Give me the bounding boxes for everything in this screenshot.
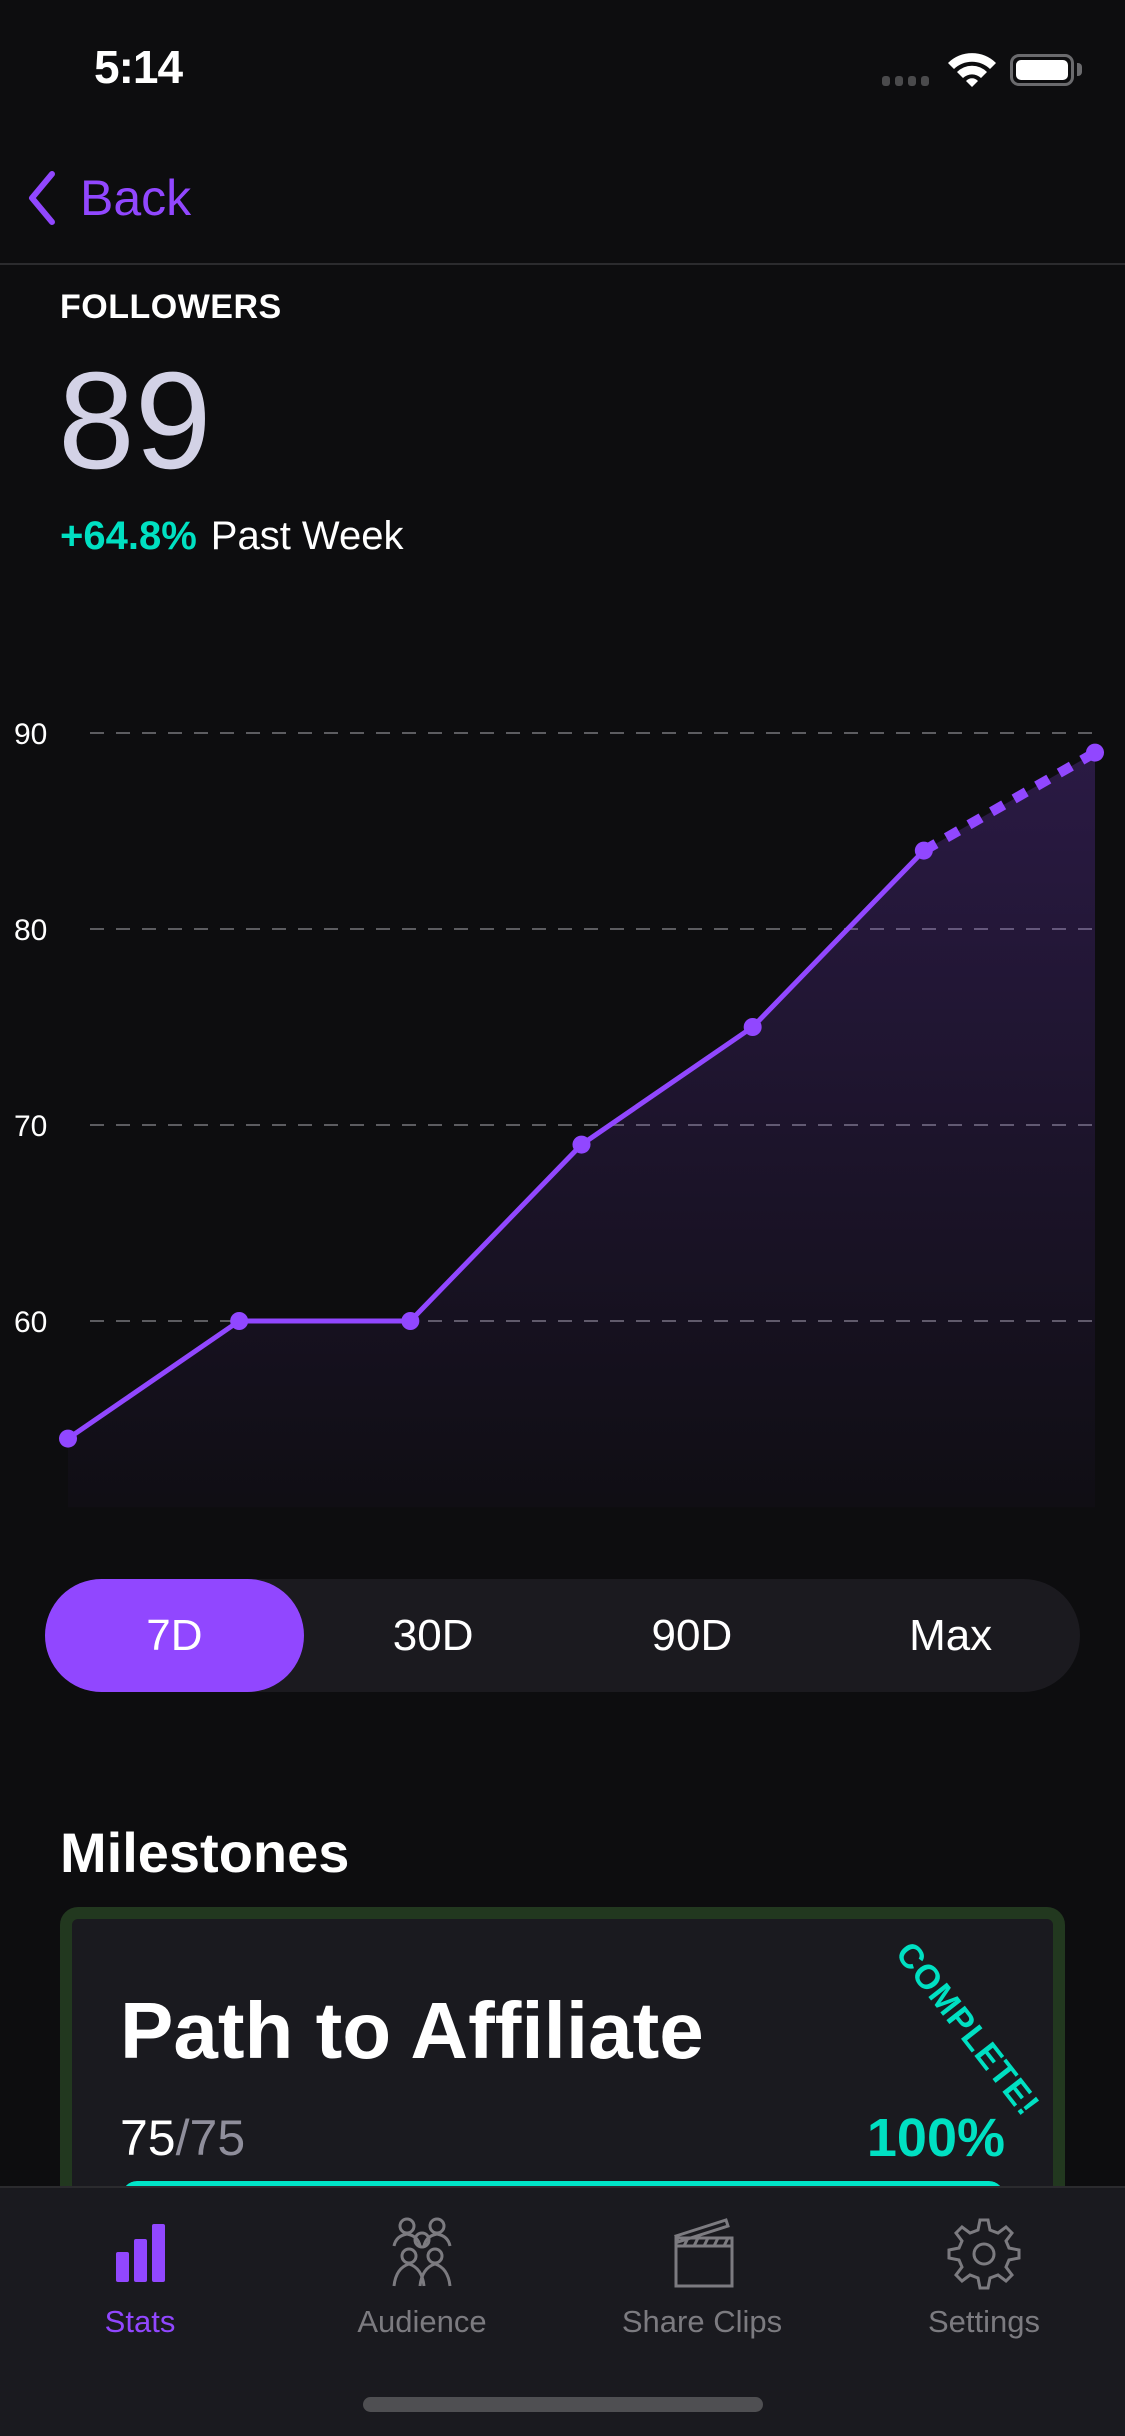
milestone-percent: 100%	[866, 2108, 1005, 2168]
metric-change: +64.8% Past Week	[60, 514, 403, 559]
milestone-separator: /	[175, 2110, 190, 2166]
range-max[interactable]: Max	[821, 1579, 1080, 1692]
y-tick-label: 70	[14, 1110, 47, 1143]
milestone-count: 75/75	[120, 2109, 245, 2167]
back-label: Back	[80, 170, 192, 226]
clapperboard-icon	[674, 2218, 734, 2288]
followers-line-chart: 60 70 80 90	[14, 718, 1104, 1508]
gear-icon	[947, 2218, 1021, 2290]
status-bar: 5:14	[0, 0, 1125, 140]
tab-label: Stats	[104, 2304, 176, 2339]
cellular-signal-icon	[882, 76, 929, 86]
milestone-current: 75	[120, 2110, 176, 2166]
chart-area-fill	[68, 752, 1095, 1508]
navigation-bar: Back	[0, 140, 1125, 265]
time-range-selector: 7D 30D 90D Max	[45, 1579, 1080, 1692]
y-tick-label: 60	[14, 1306, 47, 1339]
battery-icon	[1010, 54, 1074, 86]
range-30d[interactable]: 30D	[304, 1579, 563, 1692]
battery-tip	[1077, 63, 1082, 76]
milestone-title: Path to Affiliate	[120, 1986, 704, 2075]
tab-settings[interactable]: Settings	[884, 2212, 1084, 2340]
people-group-icon	[392, 2217, 452, 2287]
data-point	[59, 1429, 77, 1448]
data-point	[1086, 743, 1104, 762]
tab-label: Share Clips	[621, 2304, 783, 2339]
range-7d[interactable]: 7D	[45, 1579, 304, 1692]
tab-audience[interactable]: Audience	[322, 2212, 522, 2340]
range-90d[interactable]: 90D	[563, 1579, 822, 1692]
data-point	[230, 1312, 249, 1330]
y-tick-label: 80	[14, 914, 47, 947]
metric-label: FOLLOWERS	[60, 288, 282, 326]
bar-chart-icon	[116, 2224, 165, 2282]
wifi-icon	[948, 53, 996, 87]
milestones-heading: Milestones	[60, 1821, 350, 1884]
data-point	[914, 841, 933, 860]
change-period: Past Week	[210, 514, 404, 558]
back-button[interactable]: Back	[22, 168, 191, 228]
followers-chart[interactable]: 60 70 80 90	[0, 690, 1125, 1510]
tab-stats[interactable]: Stats	[40, 2212, 240, 2340]
chevron-left-icon	[29, 171, 55, 225]
change-percent: +64.8%	[60, 514, 197, 558]
y-tick-label: 90	[14, 718, 47, 751]
data-point	[572, 1135, 591, 1154]
tab-label: Audience	[357, 2304, 487, 2339]
status-time: 5:14	[94, 41, 183, 93]
tab-share-clips[interactable]: Share Clips	[602, 2212, 802, 2340]
home-indicator[interactable]	[363, 2397, 763, 2412]
follower-count: 89	[58, 344, 212, 498]
tab-label: Settings	[927, 2304, 1040, 2339]
data-point	[743, 1018, 762, 1036]
milestone-total: 75	[189, 2110, 246, 2166]
data-point	[401, 1312, 420, 1330]
